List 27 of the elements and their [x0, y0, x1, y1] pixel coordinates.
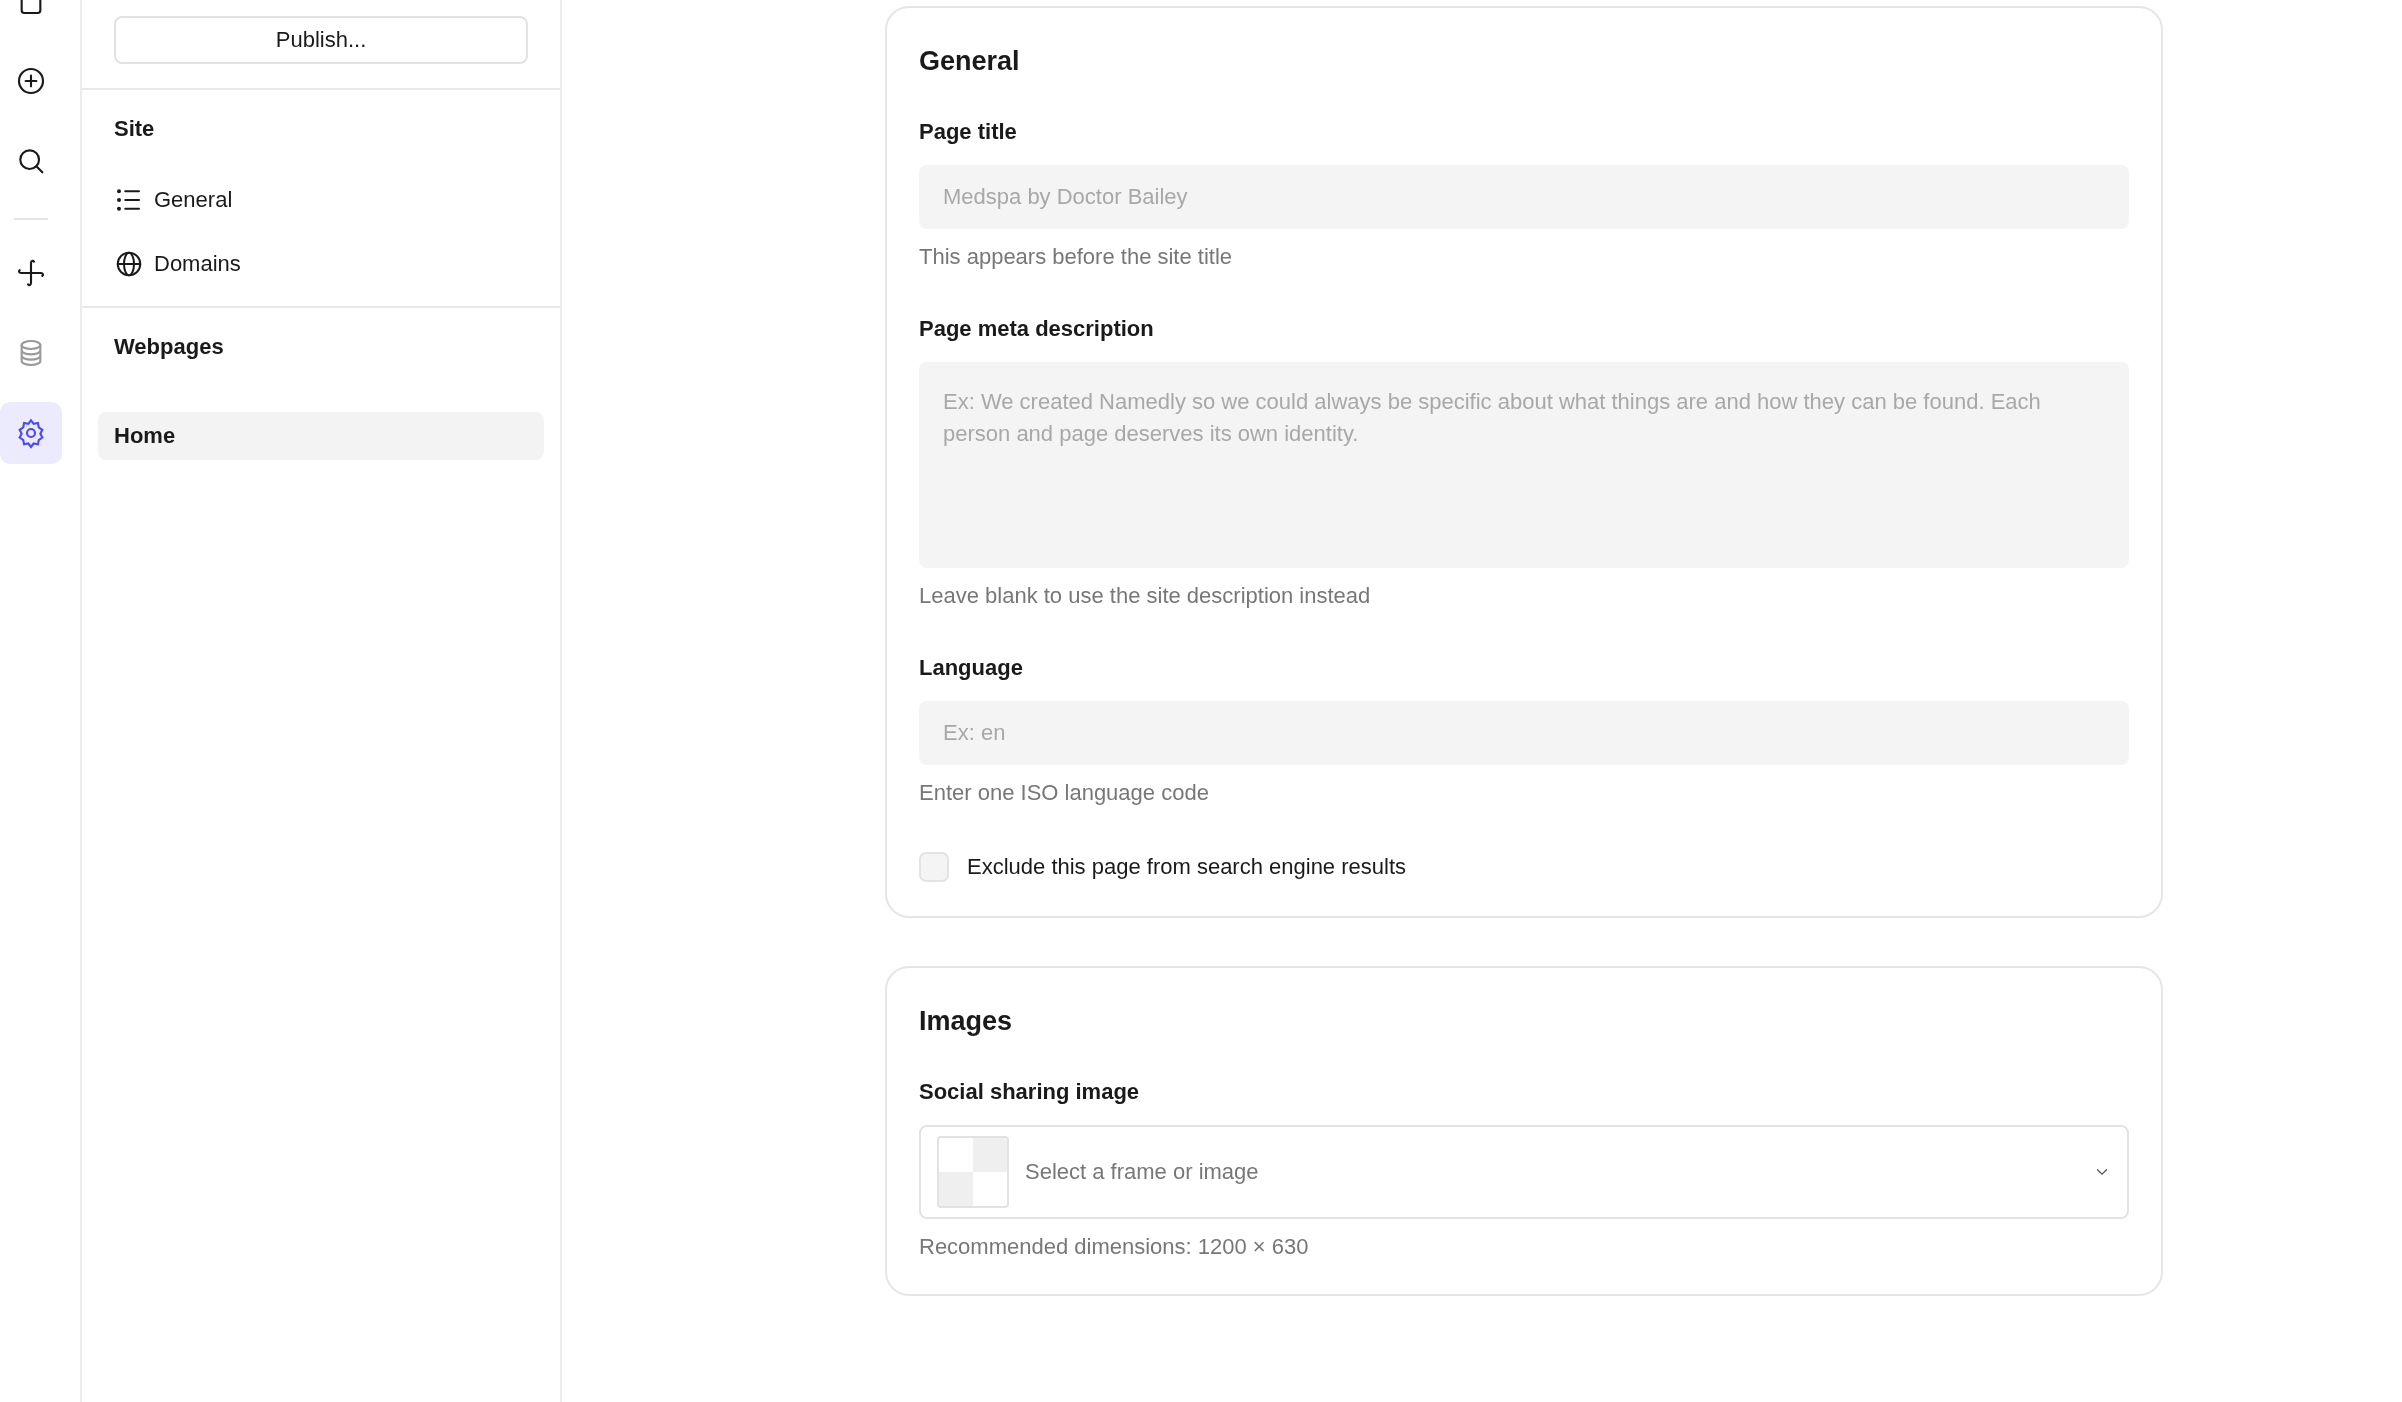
- input-field[interactable]: Ex: en: [919, 701, 2129, 765]
- pinwheel-icon: [15, 257, 47, 289]
- card-title: General: [919, 46, 1021, 77]
- sidebar-item[interactable]: General: [98, 172, 544, 228]
- image-select[interactable]: Select a frame or image: [919, 1125, 2129, 1219]
- field-label: Social sharing image: [919, 1079, 1141, 1105]
- card-title: Images: [919, 1006, 1014, 1037]
- field-label: Language: [919, 655, 1024, 681]
- checkbox[interactable]: [919, 852, 949, 882]
- sidebar-item[interactable]: Domains: [98, 236, 544, 292]
- settings-icon: [15, 417, 47, 449]
- help-text: This appears before the site title: [919, 244, 1234, 270]
- textarea-field[interactable]: Ex: We created Namedly so we could always be specific about what things are and how they can be found. Each person and page deserves its own identity.: [919, 362, 2129, 568]
- field-label: Page title: [919, 119, 1018, 145]
- thumbnail-placeholder-icon: [937, 1136, 1009, 1208]
- publish-button[interactable]: Publish...: [114, 16, 528, 64]
- input-field[interactable]: Medspa by Doctor Bailey: [919, 165, 2129, 229]
- add-icon: [15, 65, 47, 97]
- globe-icon: [114, 249, 144, 279]
- field-label: Page meta description: [919, 316, 1155, 342]
- sidebar-item[interactable]: Home: [98, 412, 544, 460]
- help-text: Enter one ISO language code: [919, 780, 1210, 806]
- section-title: Webpages: [113, 333, 225, 361]
- help-text: Recommended dimensions: 1200 × 630: [919, 1234, 1310, 1260]
- section-title: Site: [113, 115, 156, 143]
- help-text: Leave blank to use the site description instead: [919, 583, 1372, 609]
- checkbox-label: Exclude this page from search engine results: [967, 854, 1406, 880]
